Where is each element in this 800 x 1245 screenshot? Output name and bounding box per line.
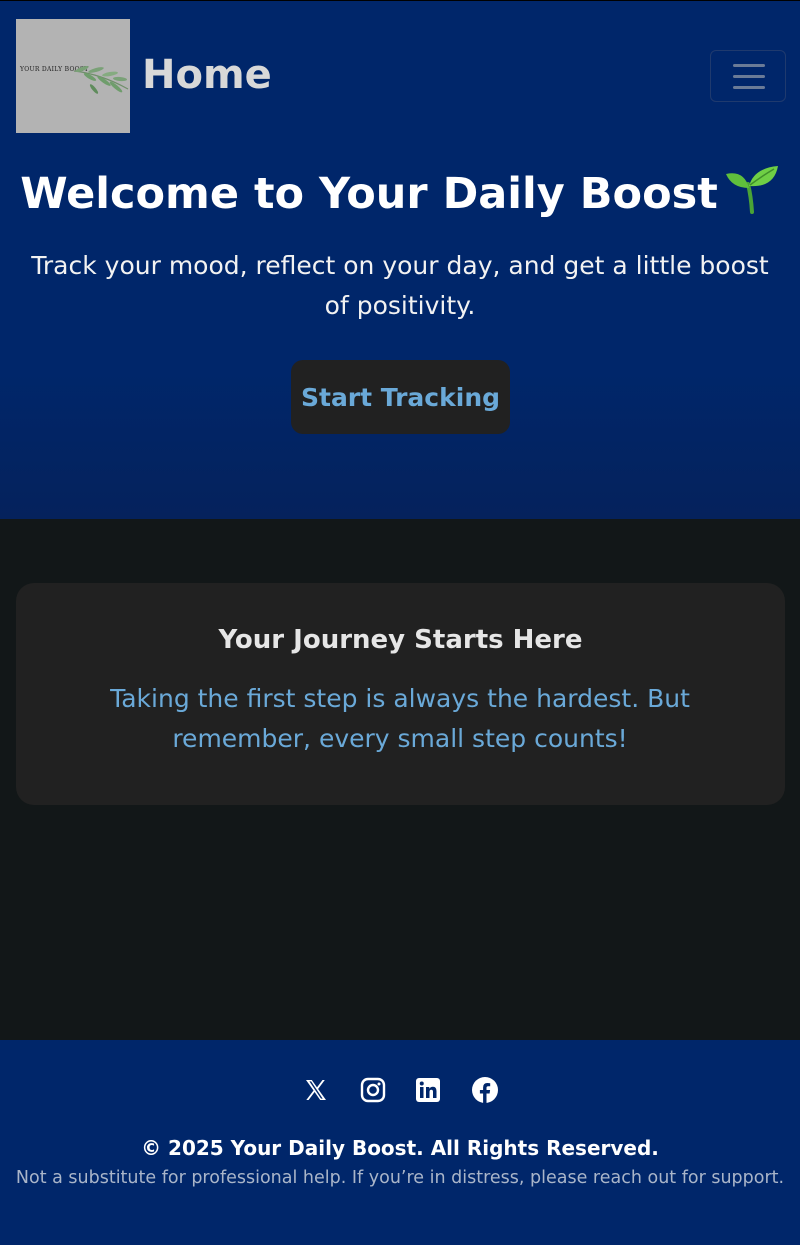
footer: © 2025 Your Daily Boost. All Rights Rese… xyxy=(0,1040,800,1245)
instagram-icon[interactable] xyxy=(358,1075,388,1105)
leaf-branch-icon xyxy=(73,65,129,94)
disclaimer-text: Not a substitute for professional help. … xyxy=(15,1168,785,1188)
menu-toggle-button[interactable] xyxy=(710,50,786,102)
x-icon[interactable] xyxy=(301,1075,331,1105)
hero-title: Welcome to Your Daily Boost xyxy=(0,164,800,221)
start-tracking-button[interactable]: Start Tracking xyxy=(291,360,510,434)
linkedin-icon[interactable] xyxy=(413,1075,443,1105)
hamburger-menu-icon xyxy=(733,64,765,67)
hero-title-text: Welcome to Your Daily Boost xyxy=(20,169,718,219)
journey-card: Your Journey Starts Here Taking the firs… xyxy=(16,583,785,805)
social-links xyxy=(0,1075,800,1105)
facebook-icon[interactable] xyxy=(470,1075,500,1105)
navbar: YOUR DAILY BOOST Home xyxy=(0,0,800,150)
hamburger-line xyxy=(733,75,765,78)
hero-subtitle: Track your mood, reflect on your day, an… xyxy=(31,251,769,320)
seedling-icon xyxy=(725,166,778,214)
hero-section: Welcome to Your Daily Boost Track your m… xyxy=(0,150,800,519)
main-content: Your Journey Starts Here Taking the firs… xyxy=(0,519,800,1040)
site-logo[interactable]: YOUR DAILY BOOST xyxy=(16,19,130,133)
navbar-brand[interactable]: Home xyxy=(142,49,272,101)
card-text: Taking the first step is always the hard… xyxy=(110,684,690,753)
hamburger-line xyxy=(733,86,765,89)
copyright-text: © 2025 Your Daily Boost. All Rights Rese… xyxy=(141,1136,659,1160)
card-title: Your Journey Starts Here xyxy=(218,625,583,655)
